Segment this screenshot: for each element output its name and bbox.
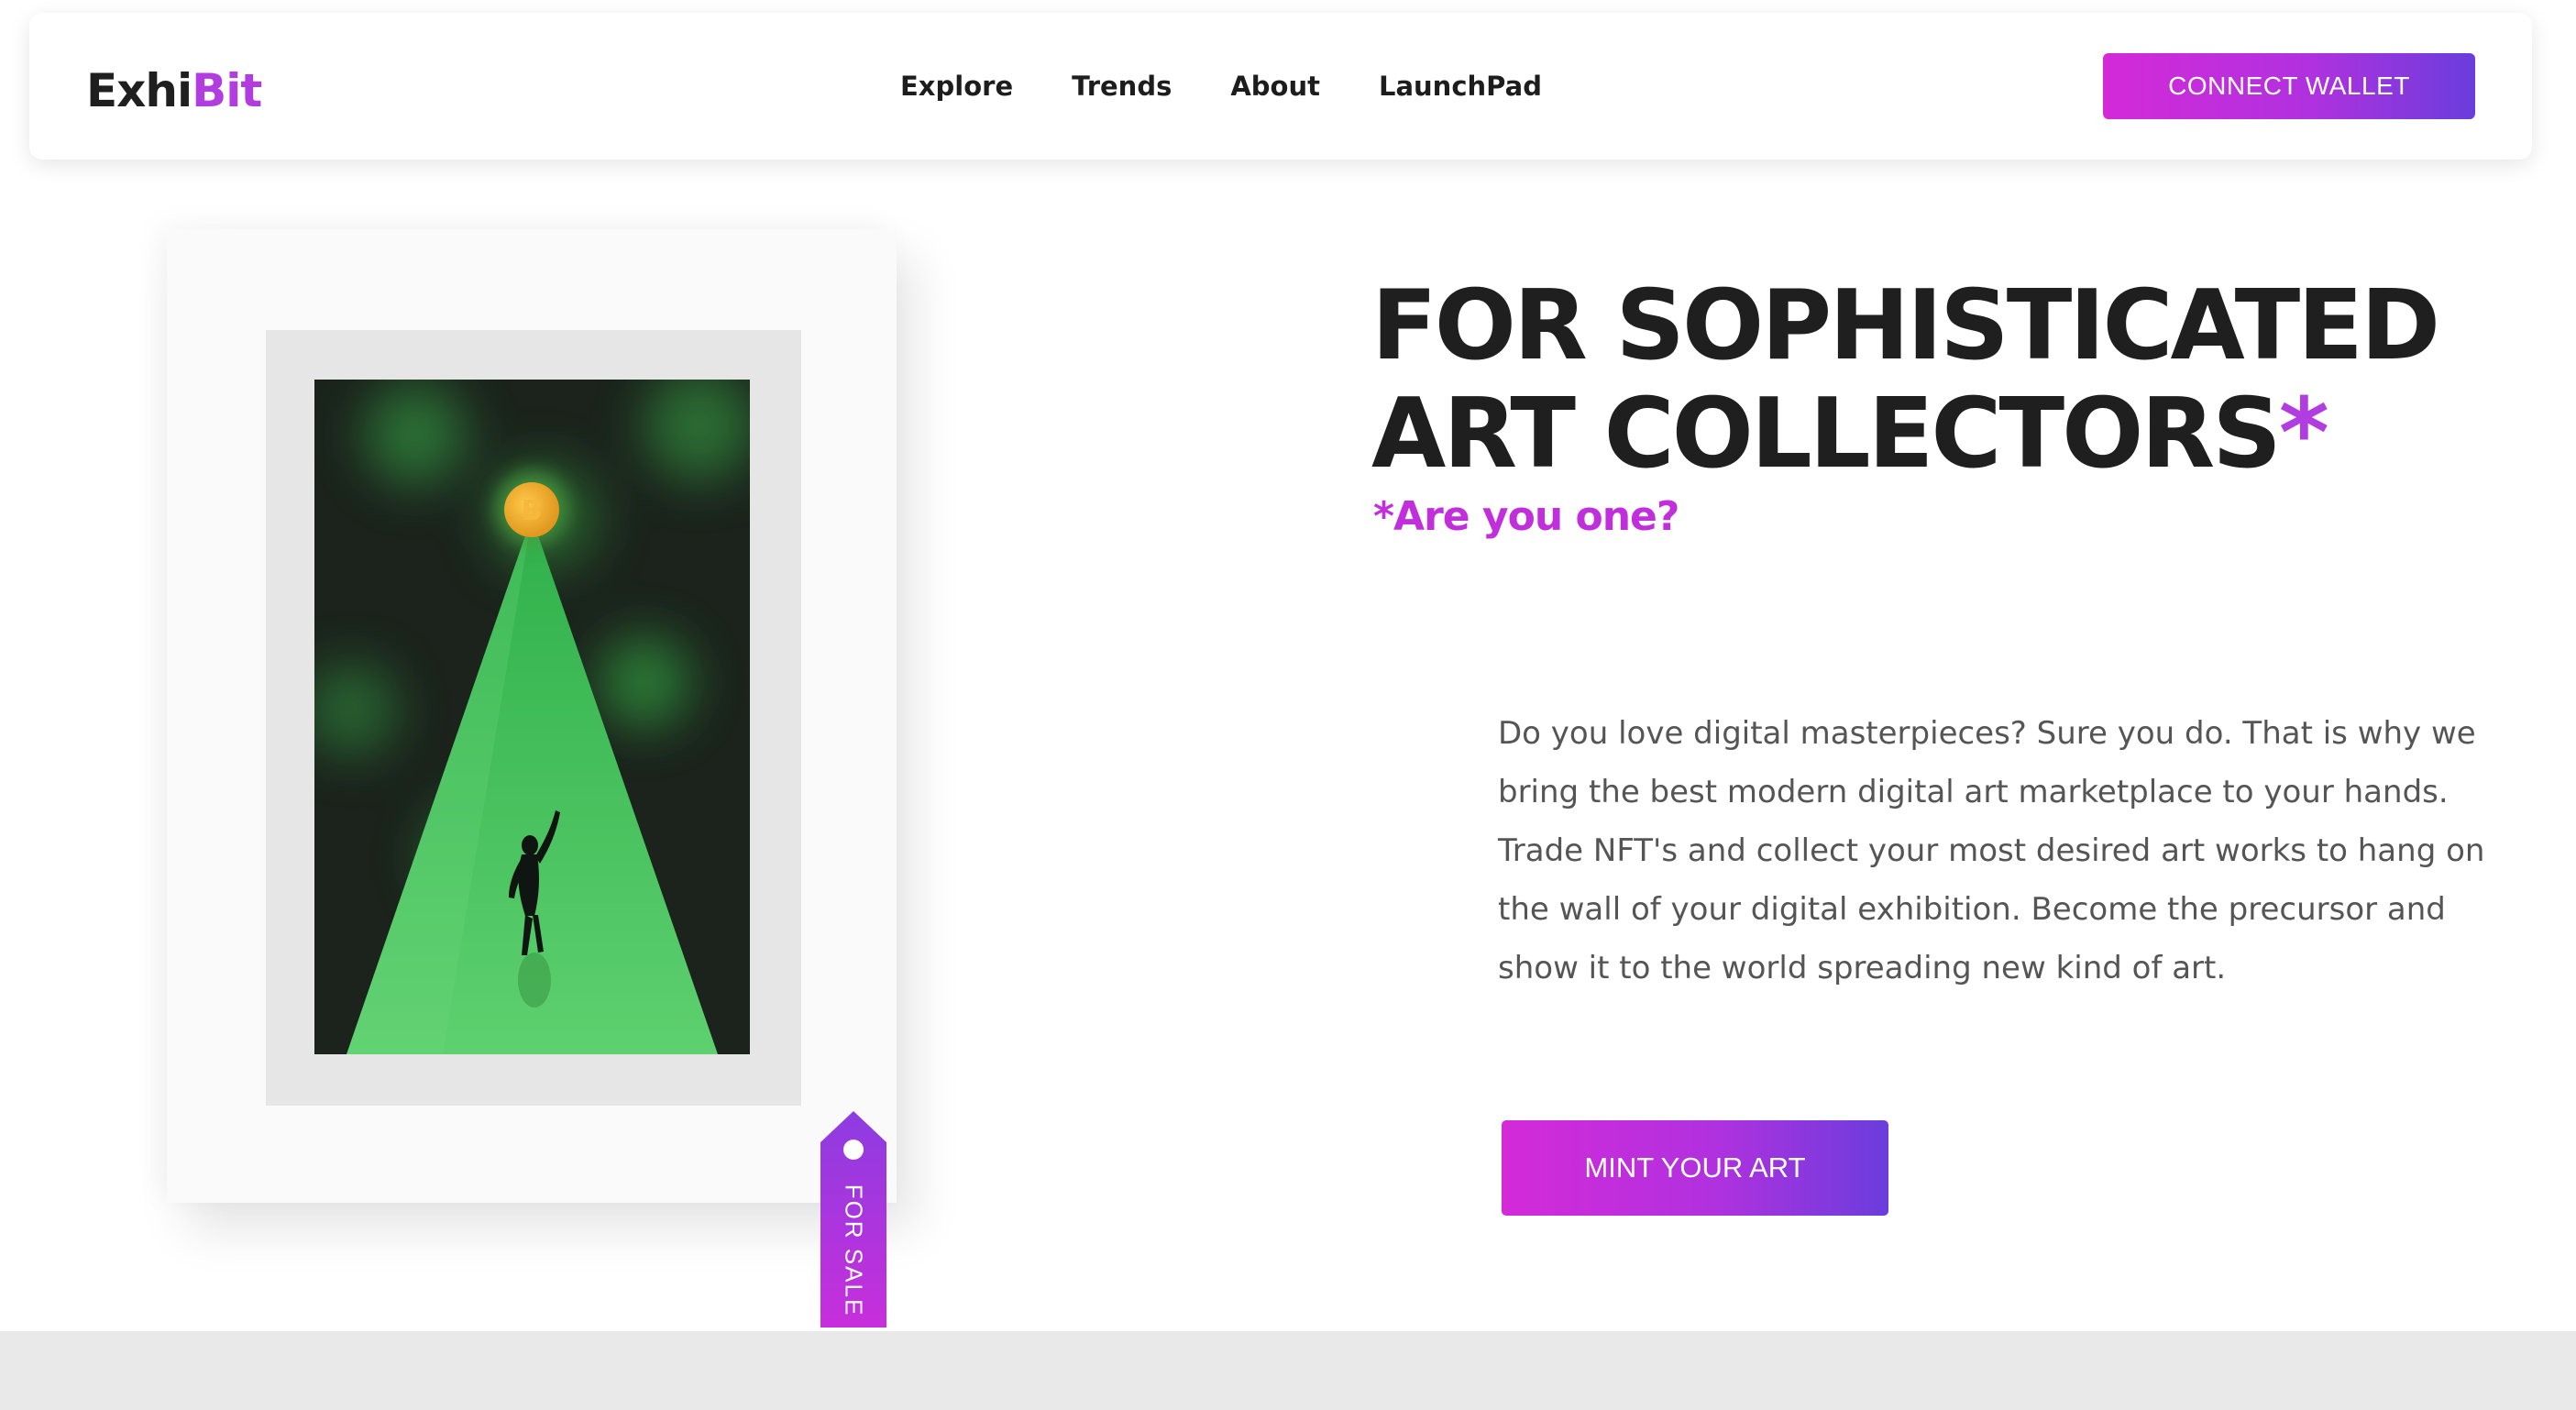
hero-subtitle: *Are you one? bbox=[1373, 493, 1679, 540]
logo-suffix: Bit bbox=[192, 64, 262, 117]
nav-links: Explore Trends About LaunchPad bbox=[900, 13, 1542, 160]
hero-description: Do you love digital masterpieces? Sure y… bbox=[1498, 715, 2485, 986]
hero-title-line2: ART COLLECTORS bbox=[1371, 378, 2282, 490]
hero-title-asterisk: * bbox=[2278, 378, 2329, 490]
for-sale-label: FOR SALE bbox=[840, 1184, 868, 1317]
logo-prefix: Exhi bbox=[86, 64, 193, 117]
connect-wallet-button[interactable]: CONNECT WALLET bbox=[2103, 53, 2475, 119]
hero-title: FOR SOPHISTICATED ART COLLECTORS* bbox=[1371, 270, 2440, 490]
for-sale-tag[interactable]: FOR SALE bbox=[820, 1111, 886, 1327]
exhibit-logo[interactable]: ExhiBit bbox=[86, 64, 262, 117]
nav-link-launchpad[interactable]: LaunchPad bbox=[1379, 71, 1542, 102]
tag-hole-icon bbox=[843, 1140, 864, 1160]
hero-title-line1: FOR SOPHISTICATED bbox=[1371, 270, 2440, 381]
nav-link-explore[interactable]: Explore bbox=[900, 71, 1013, 102]
svg-text:B: B bbox=[522, 495, 543, 527]
mint-your-art-button[interactable]: MINT YOUR ART bbox=[1502, 1120, 1888, 1216]
nav-link-about[interactable]: About bbox=[1230, 71, 1320, 102]
artwork-image[interactable]: B bbox=[314, 380, 750, 1054]
next-section-band bbox=[0, 1331, 2576, 1410]
artwork-illustration: B bbox=[314, 380, 750, 1054]
top-navbar: ExhiBit Explore Trends About LaunchPad C… bbox=[29, 13, 2532, 160]
nav-link-trends[interactable]: Trends bbox=[1072, 71, 1172, 102]
